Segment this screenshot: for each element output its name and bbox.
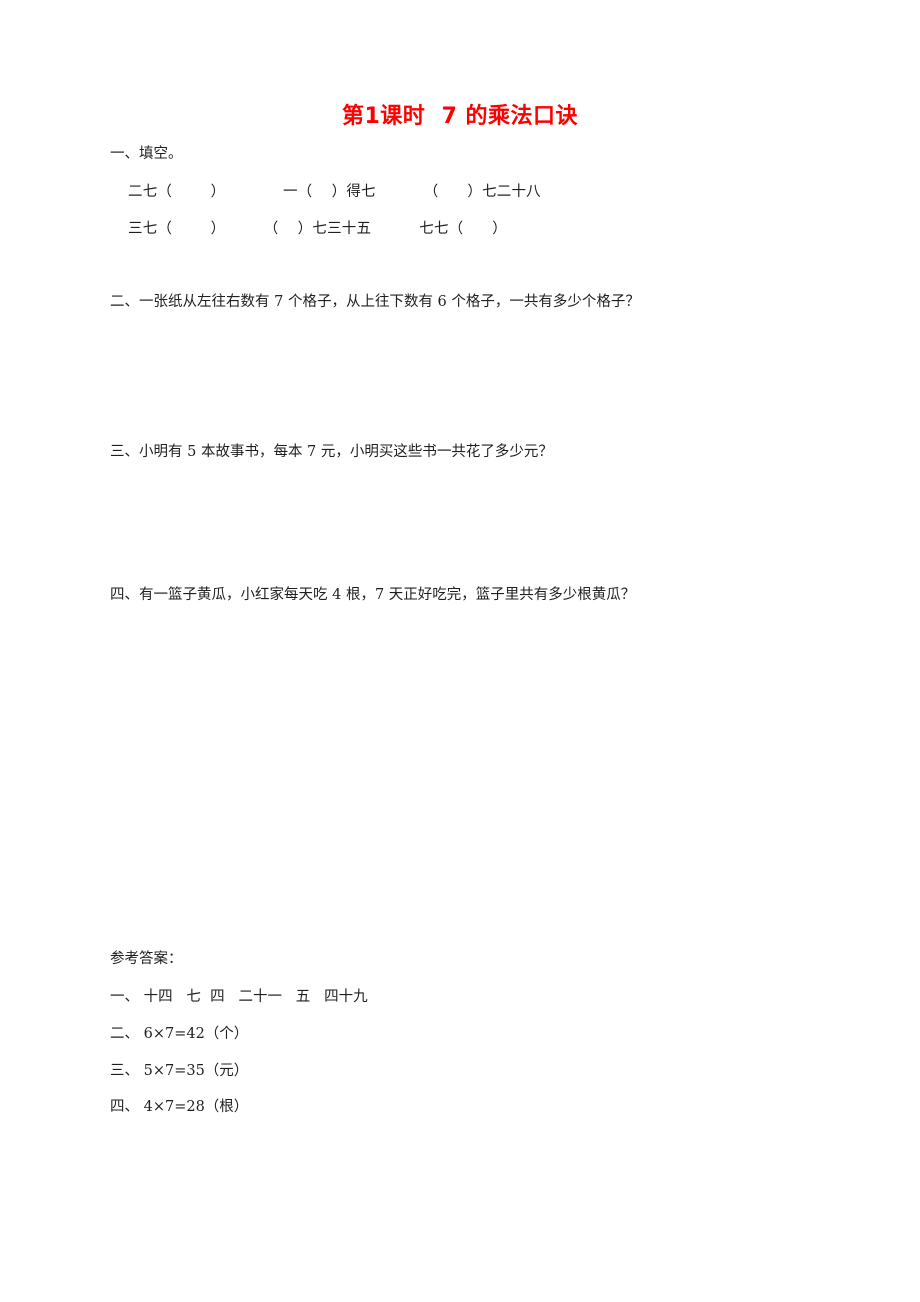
fill-blank-row-2: 三七（ ） （ ）七三十五 七七（ ） xyxy=(128,221,507,237)
answer-row-4: 四、 4×7=28（根） xyxy=(110,1099,249,1115)
worksheet-page: 第1课时 7 的乘法口诀 一、填空。 二七（ ） 一（ ）得七 （ ）七二十八 … xyxy=(0,0,920,1302)
section-2-question: 二、一张纸从左往右数有 7 个格子，从上往下数有 6 个格子，一共有多少个格子？ xyxy=(110,294,640,310)
section-4-question: 四、有一篮子黄瓜，小红家每天吃 4 根，7 天正好吃完，篮子里共有多少根黄瓜？ xyxy=(110,587,636,603)
answer-row-1: 一、 十四 七 四 二十一 五 四十九 xyxy=(110,989,368,1005)
answer-key-heading: 参考答案： xyxy=(110,951,183,967)
page-title: 第1课时 7 的乘法口诀 xyxy=(341,104,579,129)
fill-blank-row-1: 二七（ ） 一（ ）得七 （ ）七二十八 xyxy=(128,184,541,200)
answer-row-2: 二、 6×7=42（个） xyxy=(110,1026,249,1042)
answer-row-3: 三、 5×7=35（元） xyxy=(110,1063,249,1079)
section-1-heading: 一、填空。 xyxy=(110,146,183,162)
section-3-question: 三、小明有 5 本故事书，每本 7 元，小明买这些书一共花了多少元？ xyxy=(110,444,553,460)
